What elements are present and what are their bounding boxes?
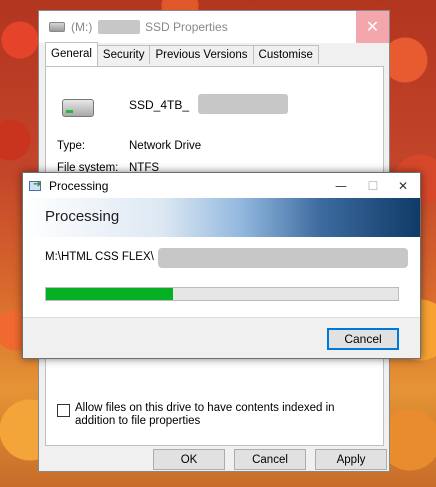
- tab-customise[interactable]: Customise: [252, 45, 319, 64]
- tab-strip: General Security Previous Versions Custo…: [45, 42, 319, 67]
- processing-icon: [29, 179, 43, 192]
- close-icon: ✕: [397, 178, 409, 193]
- minimize-icon: —: [335, 178, 347, 193]
- processing-title-bar[interactable]: Processing — ☐ ✕: [23, 173, 420, 198]
- properties-close-button[interactable]: ✕: [356, 11, 389, 43]
- footer-divider: [23, 317, 420, 318]
- banner-heading: Processing: [45, 208, 120, 225]
- drive-icon: [49, 22, 65, 32]
- tab-previous-versions[interactable]: Previous Versions: [149, 45, 254, 64]
- progress-bar: [45, 287, 399, 301]
- redacted-drive-name: [198, 94, 288, 114]
- current-path: M:\HTML CSS FLEX\: [45, 251, 154, 263]
- maximize-button: ☐: [358, 173, 388, 198]
- processing-title: Processing: [49, 178, 109, 193]
- index-contents-label: Allow files on this drive to have conten…: [75, 402, 335, 427]
- network-drive-icon: [62, 99, 94, 117]
- tab-general[interactable]: General: [45, 42, 98, 66]
- type-label: Type:: [57, 140, 86, 152]
- processing-banner: Processing: [23, 198, 420, 237]
- redacted-path: [158, 248, 408, 268]
- minimize-button[interactable]: —: [326, 173, 356, 198]
- drive-name-field[interactable]: SSD_4TB_: [129, 98, 189, 112]
- type-value: Network Drive: [129, 140, 202, 152]
- properties-title-bar[interactable]: (M:) SSD Properties ✕: [39, 11, 389, 43]
- index-contents-checkbox[interactable]: [57, 404, 70, 417]
- index-contents-option[interactable]: Allow files on this drive to have conten…: [57, 402, 377, 428]
- maximize-icon: ☐: [367, 178, 379, 193]
- apply-button[interactable]: Apply: [315, 449, 387, 470]
- redacted-title: [97, 20, 140, 35]
- processing-cancel-button[interactable]: Cancel: [327, 328, 399, 350]
- ok-button[interactable]: OK: [153, 449, 225, 470]
- close-icon: ✕: [365, 19, 380, 36]
- cancel-button[interactable]: Cancel: [234, 449, 306, 470]
- progress-fill: [46, 288, 173, 300]
- processing-close-button[interactable]: ✕: [388, 173, 418, 198]
- processing-dialog: Processing — ☐ ✕ Processing M:\HTML CSS …: [22, 172, 421, 359]
- tab-security[interactable]: Security: [96, 45, 151, 64]
- properties-title: (M:) SSD Properties: [71, 19, 228, 35]
